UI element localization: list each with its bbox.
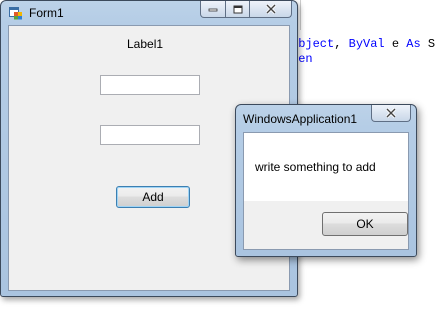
minimize-icon xyxy=(208,8,218,12)
code-text: e xyxy=(384,37,407,51)
textbox-2[interactable] xyxy=(100,125,200,145)
code-text: , xyxy=(334,37,349,51)
label1: Label1 xyxy=(127,37,164,51)
form1-titlebar[interactable]: Form1 xyxy=(1,1,297,25)
code-line: Object, ByVal e As S xyxy=(291,37,435,51)
close-icon xyxy=(265,4,276,14)
minimize-button[interactable] xyxy=(200,1,226,18)
maximize-button[interactable] xyxy=(226,1,250,18)
code-keyword: As xyxy=(406,37,421,51)
close-icon xyxy=(385,108,397,118)
messagebox-caption-buttons xyxy=(371,105,411,122)
messagebox-content-area: write something to add xyxy=(244,133,408,201)
ok-button[interactable]: OK xyxy=(322,212,408,236)
messagebox-title: WindowsApplication1 xyxy=(243,112,358,126)
form1-title: Form1 xyxy=(29,6,64,20)
messagebox-window: WindowsApplication1 write something to a… xyxy=(235,104,417,257)
maximize-icon xyxy=(233,5,242,13)
windows-form-icon xyxy=(9,7,22,20)
editor-gutter-line xyxy=(300,0,301,30)
messagebox-client-area: write something to add OK xyxy=(243,132,409,250)
textbox-1[interactable] xyxy=(100,75,200,95)
form1-caption-buttons xyxy=(200,1,292,18)
code-keyword: ByVal xyxy=(348,37,385,51)
add-button[interactable]: Add xyxy=(116,186,190,208)
close-button[interactable] xyxy=(250,1,292,18)
code-text: S xyxy=(420,37,436,51)
messagebox-message: write something to add xyxy=(255,160,376,174)
messagebox-close-button[interactable] xyxy=(371,105,411,122)
